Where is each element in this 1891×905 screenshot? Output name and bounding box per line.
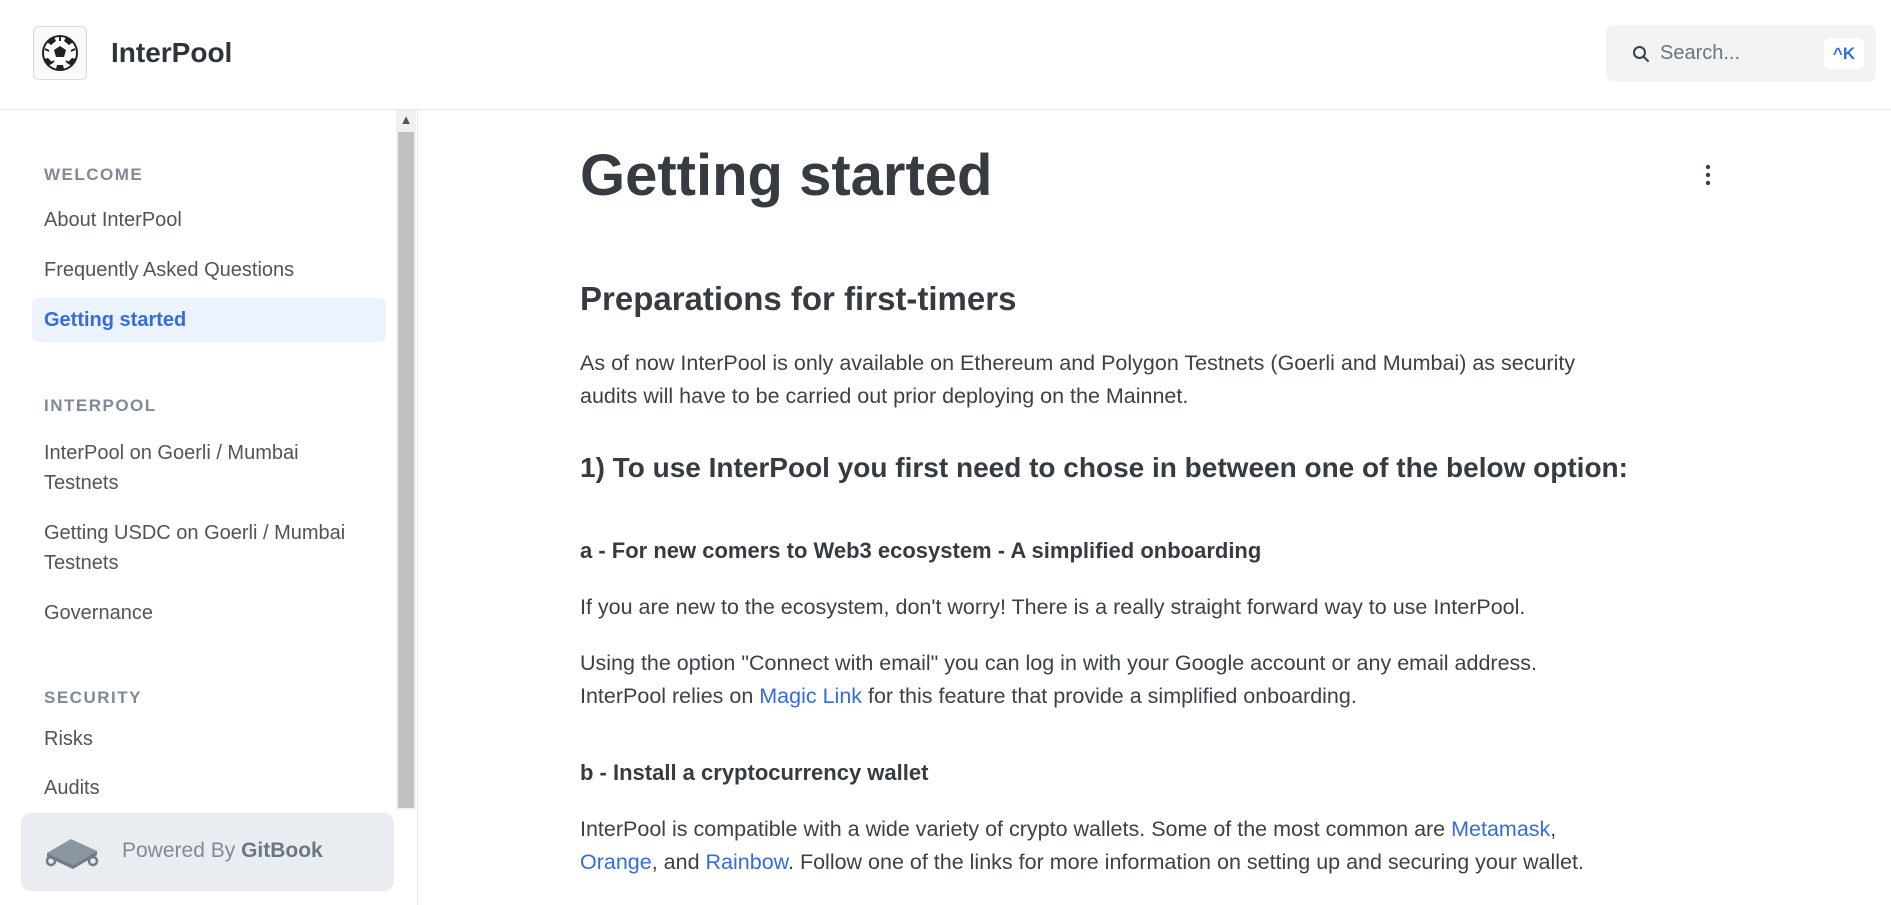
search-placeholder: Search... — [1660, 42, 1741, 64]
section-heading-preparations: Preparations for first-timers — [580, 280, 1017, 317]
rainbow-link[interactable]: Rainbow — [706, 850, 788, 874]
site-title[interactable]: InterPool — [111, 37, 232, 69]
metamask-link[interactable]: Metamask — [1451, 817, 1550, 841]
sidebar-item-risks[interactable]: Risks — [32, 724, 386, 754]
search-shortcut-badge: ^K — [1824, 38, 1864, 69]
option-a-paragraph-2: Using the option "Connect with email" yo… — [580, 651, 1538, 708]
page-title: Getting started — [580, 143, 993, 208]
main-content: Getting started Preparations for first-t… — [418, 110, 1891, 905]
top-header: InterPool Search... ^K — [0, 0, 1891, 110]
powered-by-gitbook-link[interactable]: Powered By GitBook — [21, 813, 394, 891]
scroll-up-arrow-icon[interactable]: ▲ — [396, 110, 416, 130]
intro-paragraph: As of now InterPool is only available on… — [580, 351, 1576, 408]
sidebar-item-audits[interactable]: Audits — [32, 773, 386, 803]
sidebar-item-interpool-testnets[interactable]: InterPool on Goerli / Mumbai Testnets — [32, 438, 386, 498]
sidebar-item-label: Testnets — [44, 472, 119, 494]
option-a-heading: a - For new comers to Web3 ecosystem - A… — [580, 538, 1262, 563]
sidebar-section-title-security: SECURITY — [44, 688, 142, 707]
sidebar-item-label: Testnets — [44, 552, 119, 574]
option-a-paragraph-1: If you are new to the ecosystem, don't w… — [580, 595, 1526, 619]
sidebar-item-label: Getting USDC on Goerli / Mumbai — [44, 522, 346, 544]
orange-link[interactable]: Orange — [580, 850, 652, 874]
more-options-icon[interactable] — [1698, 162, 1718, 190]
scrollbar-thumb[interactable] — [398, 132, 414, 808]
sidebar-item-getting-usdc[interactable]: Getting USDC on Goerli / Mumbai Testnets — [32, 518, 386, 578]
sidebar-item-faq[interactable]: Frequently Asked Questions — [32, 255, 386, 285]
sidebar-item-label: InterPool on Goerli / Mumbai — [44, 442, 299, 464]
section-heading-options: 1) To use InterPool you first need to ch… — [580, 452, 1628, 483]
sidebar-scrollbar[interactable]: ▲ — [396, 110, 416, 810]
search-input[interactable]: Search... ^K — [1606, 25, 1876, 82]
option-b-paragraph: InterPool is compatible with a wide vari… — [580, 817, 1584, 874]
sidebar-section-title-welcome: WELCOME — [44, 165, 144, 184]
sidebar-item-governance[interactable]: Governance — [32, 598, 386, 628]
powered-by-text: Powered By GitBook — [122, 839, 323, 862]
magic-link-link[interactable]: Magic Link — [759, 684, 862, 708]
sidebar-section-title-interpool: INTERPOOL — [44, 396, 157, 415]
option-b-heading: b - Install a cryptocurrency wallet — [580, 760, 929, 785]
gitbook-logo-icon — [45, 839, 99, 869]
sidebar-item-getting-started[interactable]: Getting started — [32, 298, 386, 342]
sidebar-item-about-interpool[interactable]: About InterPool — [32, 205, 386, 235]
search-icon — [1633, 46, 1649, 62]
soccer-ball-icon — [42, 35, 78, 71]
site-logo[interactable] — [33, 26, 87, 80]
sidebar: WELCOME About InterPool Frequently Asked… — [0, 110, 418, 905]
